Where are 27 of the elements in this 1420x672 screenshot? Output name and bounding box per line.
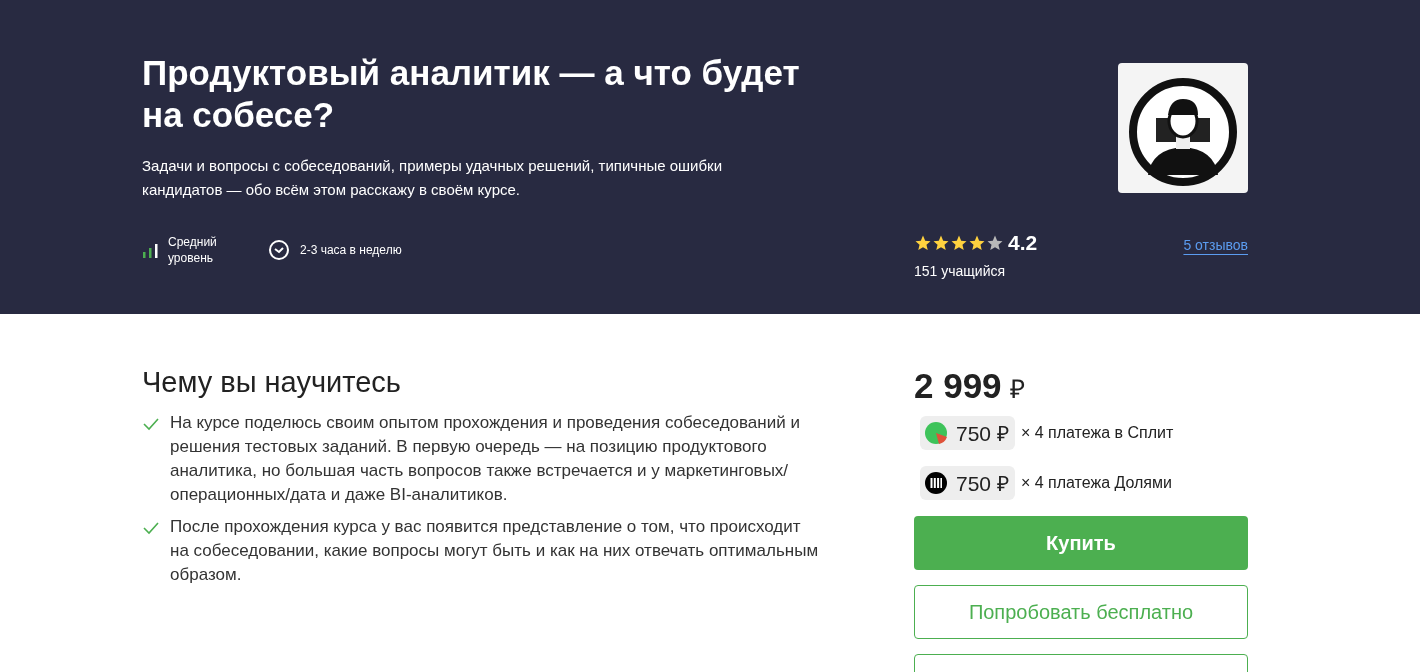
installment-terms: × 4 платежа Долями: [1020, 474, 1172, 492]
currency-sign: ₽: [1009, 373, 1025, 406]
dolyami-logo-icon: [924, 471, 948, 495]
reviews-link[interactable]: 5 отзывов: [1183, 237, 1248, 253]
duration-label: 2-3 часа в неделю: [300, 242, 402, 258]
learners-count: 151 учащийся: [914, 263, 1007, 279]
try-free-button[interactable]: Попробовать бесплатно: [914, 585, 1248, 639]
star-icon: [968, 234, 986, 252]
split-logo-icon: [924, 421, 948, 445]
course-title: Продуктовый аналитик — а что будет на собесе?: [142, 52, 801, 136]
installment-badge: 750 ₽: [920, 466, 1015, 500]
section-heading: Чему вы научитесь: [142, 366, 402, 399]
star-icon: [914, 234, 932, 252]
clock-icon: [268, 239, 290, 261]
learning-point: После прохождения курса у вас появится представление о том, что происходит на собеседовании, какие вопросы могут быть и как на них отвечать оптимальным образом.: [170, 516, 820, 586]
installment-terms: × 4 платежа в Сплит: [1020, 424, 1174, 442]
star-icon: [950, 234, 968, 252]
course-description: Задачи и вопросы с собеседований, примеры удачных решений, типичные ошибки кандидатов — обо всём этом расскажу в своём курсе.: [142, 156, 723, 200]
level-icon: [142, 242, 158, 258]
price-amount: 2 999: [914, 366, 1002, 406]
learning-point: На курсе поделюсь своим опытом прохождения и проведения собеседований и решения тестовых заданий. В первую очередь — на позицию продуктового аналитика, но большая часть вопросов также встречается и у маркетинговых/операционных/дата и даже BI-аналитиков.: [170, 412, 801, 506]
star-icon: [986, 234, 1004, 252]
installment-badge: 750 ₽: [920, 416, 1015, 450]
level-label: Средний уровень: [168, 234, 218, 266]
buy-button[interactable]: Купить: [914, 516, 1248, 570]
star-icon: [932, 234, 950, 252]
rating-value: 4.2: [1008, 231, 1038, 255]
